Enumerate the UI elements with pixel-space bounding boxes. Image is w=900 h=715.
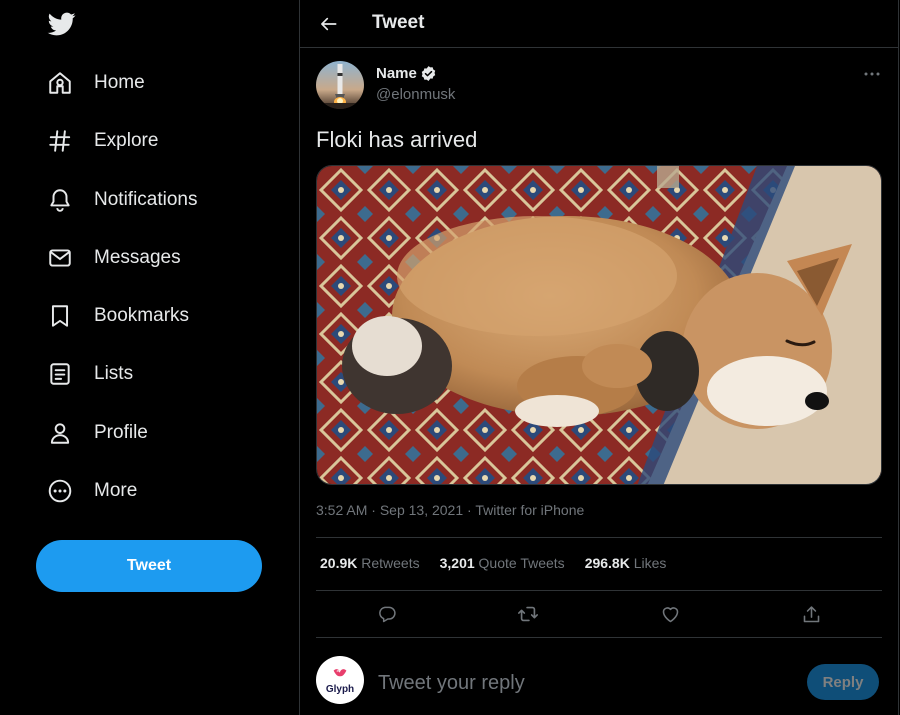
compose-tweet-button[interactable]: Tweet — [36, 540, 262, 592]
tweet-photo[interactable] — [316, 165, 882, 485]
sidebar: Home Explore Notifications Messages Book… — [0, 0, 299, 715]
divider — [316, 637, 882, 638]
tweet-date[interactable]: Sep 13, 2021 — [380, 502, 463, 518]
divider — [316, 590, 882, 591]
mail-icon — [46, 244, 74, 272]
sidebar-item-label: More — [94, 480, 138, 501]
retweet-icon[interactable] — [514, 600, 542, 628]
twitter-bird-icon[interactable] — [47, 10, 77, 38]
like-heart-icon[interactable] — [656, 600, 684, 628]
list-icon — [46, 360, 74, 388]
author-handle[interactable]: @elonmusk — [376, 86, 455, 103]
reply-input[interactable] — [378, 668, 778, 698]
avatar-text: Glyph — [325, 684, 355, 695]
page-header: Tweet — [300, 0, 898, 48]
tweet-time[interactable]: 3:52 AM — [316, 502, 367, 518]
sidebar-item-profile[interactable]: Profile — [46, 413, 148, 453]
reply-icon[interactable] — [373, 600, 401, 628]
likes-label: Likes — [633, 555, 667, 571]
more-circle-icon — [46, 477, 74, 505]
divider — [316, 537, 882, 538]
column-divider — [898, 0, 899, 715]
share-icon[interactable] — [797, 600, 825, 628]
retweets-stat[interactable]: 20.9K Retweets — [320, 555, 420, 571]
glyph-logo-icon — [332, 665, 348, 683]
likes-count: 296.8K — [584, 555, 630, 571]
sidebar-item-label: Lists — [94, 363, 134, 384]
quote-tweets-stat[interactable]: 3,201 Quote Tweets — [440, 555, 565, 571]
back-arrow-icon[interactable] — [317, 12, 341, 36]
reply-button[interactable]: Reply — [807, 664, 879, 700]
hashtag-icon — [46, 127, 74, 155]
sidebar-item-home[interactable]: Home — [46, 63, 145, 103]
sidebar-item-label: Profile — [94, 422, 148, 443]
user-avatar[interactable]: Glyph — [316, 656, 364, 704]
sidebar-item-lists[interactable]: Lists — [46, 354, 133, 394]
person-icon — [46, 419, 74, 447]
page-title: Tweet — [372, 12, 425, 33]
sidebar-item-notifications[interactable]: Notifications — [46, 180, 198, 220]
sidebar-item-label: Bookmarks — [94, 305, 190, 326]
sidebar-item-more[interactable]: More — [46, 471, 137, 511]
author-name[interactable]: Name — [376, 65, 437, 82]
author-name-text: Name — [376, 65, 417, 82]
likes-stat[interactable]: 296.8K Likes — [585, 555, 667, 571]
author-avatar[interactable] — [316, 61, 364, 109]
tweet-source[interactable]: Twitter for iPhone — [475, 502, 584, 518]
sidebar-item-label: Notifications — [94, 189, 198, 210]
bookmark-icon — [46, 302, 74, 330]
quotes-label: Quote Tweets — [478, 555, 565, 571]
meta-separator: · — [371, 502, 380, 518]
tweet-stats: 20.9K Retweets 3,201 Quote Tweets 296.8K… — [320, 555, 686, 571]
tweet-actions — [316, 600, 882, 628]
tweet-metadata: 3:52 AM · Sep 13, 2021 · Twitter for iPh… — [316, 502, 584, 518]
verified-badge-icon — [420, 65, 437, 82]
tweet-text: Floki has arrived — [316, 127, 478, 152]
sidebar-item-label: Home — [94, 72, 145, 93]
main-column: Tweet Name @elonmusk Floki has arrived 3… — [300, 0, 898, 715]
home-icon — [46, 69, 74, 97]
retweets-label: Retweets — [361, 555, 420, 571]
sidebar-item-messages[interactable]: Messages — [46, 238, 181, 278]
sidebar-item-label: Messages — [94, 247, 181, 268]
retweets-count: 20.9K — [320, 555, 358, 571]
more-options-icon[interactable] — [860, 64, 884, 84]
sidebar-item-label: Explore — [94, 130, 159, 151]
quotes-count: 3,201 — [439, 555, 475, 571]
sidebar-item-bookmarks[interactable]: Bookmarks — [46, 296, 189, 336]
sidebar-item-explore[interactable]: Explore — [46, 121, 158, 161]
bell-icon — [46, 186, 74, 214]
